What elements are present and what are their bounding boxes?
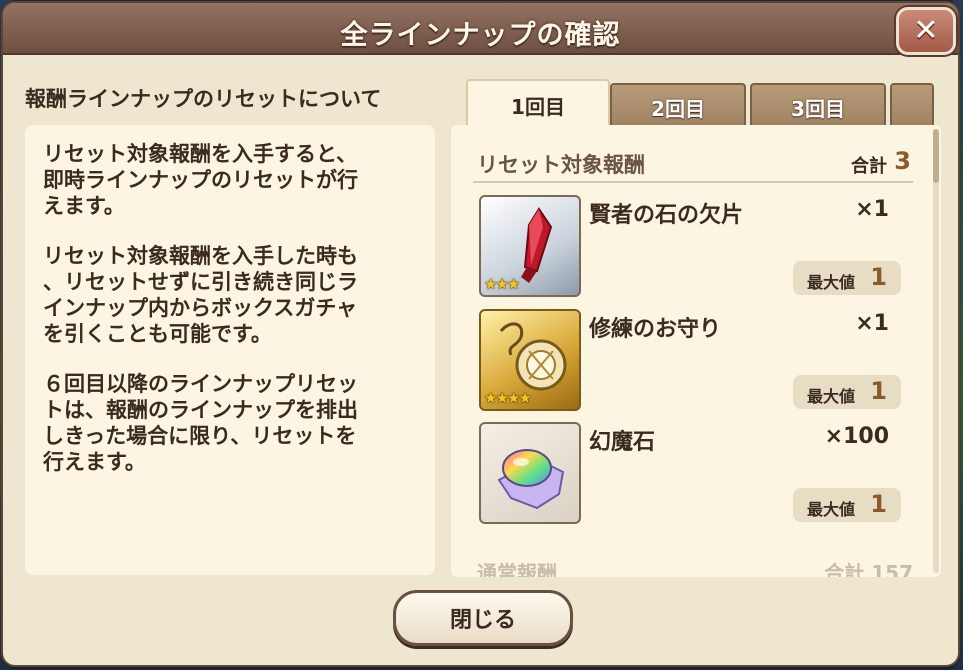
max-value-badge: 最大値 1 [793, 488, 901, 522]
item-quantity: ×1 [855, 311, 889, 336]
next-section-partial: 通常報酬 合計 157 [477, 557, 913, 577]
red-crystal-icon: ★★★ [479, 195, 581, 297]
tab-round-3[interactable]: 3回目 [750, 83, 886, 129]
close-button[interactable]: ✕ [896, 7, 956, 55]
item-quantity: ×100 [824, 424, 889, 449]
max-value-badge: 最大値 1 [793, 375, 901, 409]
rainbow-stone-icon [479, 422, 581, 524]
item-name: 修練のお守り [589, 317, 722, 342]
max-value: 1 [870, 490, 887, 518]
next-section-total: 合計 157 [824, 561, 913, 577]
tab-round-2[interactable]: 2回目 [610, 83, 746, 129]
max-label: 最大値 [807, 273, 856, 292]
reset-info-text: リセット対象報酬を入手すると、 即時ラインナップのリセットが行 えます。 リセッ… [43, 141, 421, 499]
reset-info-panel: リセット対象報酬を入手すると、 即時ラインナップのリセットが行 えます。 リセッ… [25, 125, 435, 575]
total-label: 合計 [851, 156, 887, 177]
info-paragraph-2: リセット対象報酬を入手した時も 、リセットせずに引き続き同じラ インナップ内から… [43, 244, 358, 346]
reset-rewards-header: リセット対象報酬 合計 3 [473, 145, 913, 183]
max-label: 最大値 [807, 387, 856, 406]
max-label: 最大値 [807, 500, 856, 519]
title-bar: 全ラインナップの確認 ✕ [3, 3, 958, 55]
close-icon: ✕ [913, 13, 939, 48]
reset-info-heading: 報酬ラインナップのリセットについて [25, 87, 382, 111]
close-dialog-button[interactable]: 閉じる [393, 590, 573, 646]
next-section-title: 通常報酬 [477, 561, 557, 577]
info-paragraph-1: リセット対象報酬を入手すると、 即時ラインナップのリセットが行 えます。 [43, 142, 358, 218]
tab-round-1[interactable]: 1回目 [466, 79, 610, 129]
info-paragraph-3: ６回目以降のラインナップリセッ トは、報酬のラインナップを排出 しきった場合に限… [43, 372, 358, 474]
item-quantity: ×1 [855, 197, 889, 222]
reward-item[interactable]: ★★★★ 修練のお守り ×1 最大値 1 [479, 309, 919, 417]
item-name: 幻魔石 [589, 430, 656, 455]
scrollbar[interactable] [933, 129, 939, 573]
section-title: リセット対象報酬 [477, 153, 645, 177]
reward-list-panel[interactable]: リセット対象報酬 合計 3 ★★★ 賢者の石の欠片 ×1 最大値 1 ★★★★ … [451, 125, 941, 577]
item-name: 賢者の石の欠片 [589, 203, 744, 228]
reward-item[interactable]: 幻魔石 ×100 最大値 1 [479, 422, 919, 530]
max-value: 1 [870, 263, 887, 291]
scroll-thumb[interactable] [933, 129, 939, 183]
max-value: 1 [870, 377, 887, 405]
lineup-dialog: 全ラインナップの確認 ✕ 報酬ラインナップのリセットについて リセット対象報酬を… [3, 3, 958, 665]
max-value-badge: 最大値 1 [793, 261, 901, 295]
rarity-stars: ★★★ [484, 275, 520, 293]
dialog-title: 全ラインナップの確認 [340, 20, 621, 51]
total-value: 3 [894, 147, 911, 175]
reward-item[interactable]: ★★★ 賢者の石の欠片 ×1 最大値 1 [479, 195, 919, 303]
amulet-icon: ★★★★ [479, 309, 581, 411]
rarity-stars: ★★★★ [484, 389, 532, 407]
tab-round-4[interactable] [890, 83, 934, 129]
